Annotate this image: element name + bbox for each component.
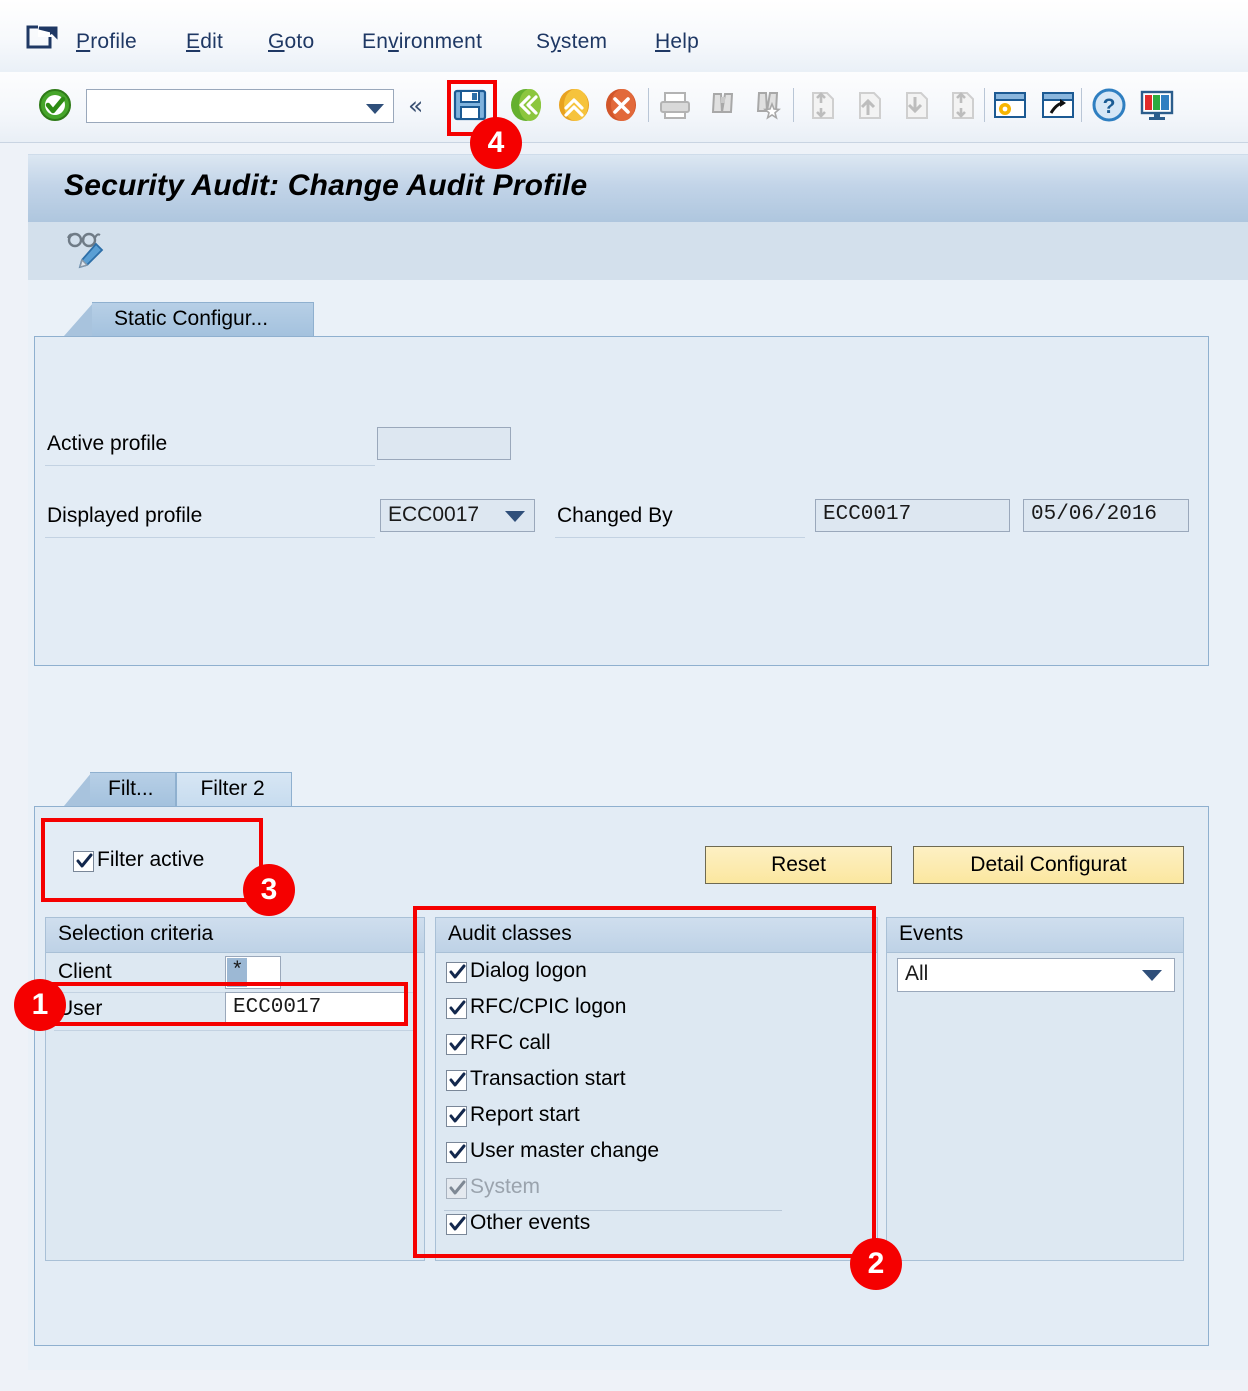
reset-button[interactable]: Reset — [705, 846, 892, 884]
tab-filter-2-label: Filter 2 — [200, 777, 265, 800]
tab-static-configuration-label: Static Configur... — [114, 307, 269, 330]
user-rule — [54, 1030, 414, 1031]
display-change-glasses-pencil-icon[interactable] — [64, 230, 108, 272]
find-next-icon[interactable] — [748, 84, 790, 126]
menu-item-system[interactable]: System — [536, 30, 607, 54]
detail-configuration-button[interactable]: Detail Configurat — [913, 846, 1184, 884]
help-icon[interactable]: ? — [1088, 84, 1130, 126]
events-value: All — [905, 962, 929, 985]
tab-slant — [64, 772, 92, 806]
tab-filter-1[interactable]: Filt... — [64, 772, 176, 806]
selection-criteria-title: Selection criteria — [58, 922, 214, 945]
annotation-badge-2: 2 — [850, 1238, 902, 1290]
first-page-icon[interactable] — [800, 84, 842, 126]
command-field[interactable] — [86, 89, 394, 123]
exit-yellow-icon[interactable] — [553, 84, 595, 126]
green-check-icon[interactable] — [38, 88, 72, 122]
annotation-badge-1: 1 — [14, 979, 66, 1031]
changed-by-label: Changed By — [557, 504, 673, 527]
double-chevron-left-icon[interactable]: « — [408, 92, 423, 120]
toolbar-divider — [1081, 88, 1082, 122]
back-green-icon[interactable] — [505, 84, 547, 126]
cancel-red-icon[interactable] — [600, 84, 642, 126]
menu-item-profile[interactable]: Profile — [76, 30, 137, 54]
sap-session-icon[interactable] — [26, 24, 60, 52]
menu-item-help[interactable]: Help — [655, 30, 699, 54]
changed-by-user-field[interactable]: ECC0017 — [815, 499, 1010, 532]
menu-bar: Profile Edit Goto Environment System Hel… — [0, 0, 1248, 72]
annotation-badge-3: 3 — [243, 864, 295, 916]
tab-filter-1-label: Filt... — [108, 777, 154, 800]
changed-by-date-field[interactable]: 05/06/2016 — [1023, 499, 1189, 532]
last-page-icon[interactable] — [940, 84, 982, 126]
tab-static-configuration[interactable]: Static Configur... — [64, 302, 314, 336]
displayed-profile-value: ECC0017 — [388, 503, 480, 526]
toolbar-divider — [984, 88, 985, 122]
active-profile-rule — [45, 465, 375, 466]
active-profile-field[interactable] — [377, 427, 511, 460]
customize-local-layout-icon[interactable] — [989, 84, 1031, 126]
next-page-icon[interactable] — [894, 84, 936, 126]
selection-criteria-header: Selection criteria — [46, 918, 424, 953]
annotation-box-filter-active — [41, 818, 263, 902]
displayed-profile-label: Displayed profile — [47, 504, 203, 527]
changed-by-rule — [555, 537, 805, 538]
svg-text:?: ? — [1103, 95, 1116, 118]
changed-by-date-value: 05/06/2016 — [1031, 503, 1158, 526]
changed-by-user-value: ECC0017 — [823, 503, 912, 526]
menu-item-goto[interactable]: Goto — [268, 30, 314, 54]
chevron-down-icon[interactable] — [1142, 970, 1162, 981]
tab-filter-2[interactable]: Filter 2 — [176, 772, 293, 806]
selection-criteria-group: Selection criteria Client * User ECC0017 — [45, 917, 425, 1261]
annotation-box-audit-classes — [413, 906, 876, 1258]
menu-item-edit[interactable]: Edit — [186, 30, 223, 54]
find-icon[interactable] — [702, 84, 744, 126]
annotation-box-user-field — [48, 982, 408, 1026]
menu-item-environment[interactable]: Environment — [362, 30, 482, 54]
page-title-bar: Security Audit: Change Audit Profile — [28, 154, 1248, 223]
page-title: Security Audit: Change Audit Profile — [64, 169, 588, 202]
events-dropdown[interactable]: All — [897, 958, 1175, 992]
previous-page-icon[interactable] — [847, 84, 889, 126]
toolbar-divider — [648, 88, 649, 122]
screen-toolbar — [28, 222, 1248, 281]
displayed-profile-field[interactable]: ECC0017 — [380, 499, 535, 532]
chevron-down-icon[interactable] — [505, 511, 525, 522]
annotation-badge-4: 4 — [470, 117, 522, 169]
displayed-profile-rule — [45, 537, 375, 538]
client-value: * — [231, 960, 244, 983]
static-config-panel: Active profile Displayed profile ECC0017… — [34, 336, 1209, 666]
events-title: Events — [899, 922, 964, 945]
tab-slant — [64, 302, 94, 336]
events-group: Events All — [886, 917, 1184, 1261]
toolbar-divider — [793, 88, 794, 122]
events-header: Events — [887, 918, 1183, 953]
active-profile-label: Active profile — [47, 432, 168, 455]
new-window-icon[interactable] — [1037, 84, 1079, 126]
chevron-down-icon[interactable] — [365, 102, 385, 120]
client-label: Client — [58, 960, 112, 983]
print-icon[interactable] — [654, 84, 696, 126]
layout-menu-icon[interactable] — [1136, 84, 1178, 126]
